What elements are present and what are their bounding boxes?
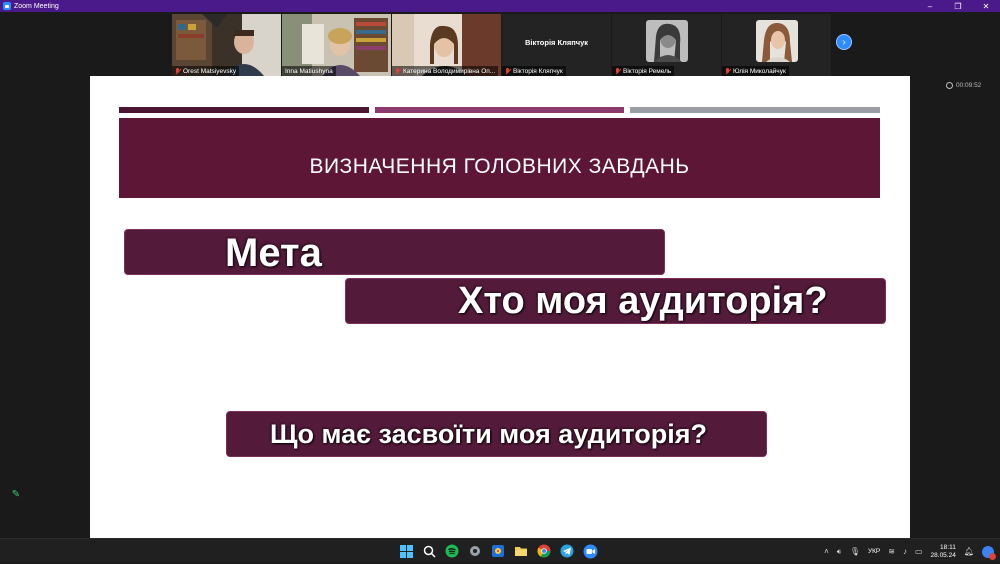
wifi-icon[interactable]: ≋: [888, 547, 895, 556]
zoom-app-icon: [3, 2, 11, 10]
pill-text: Що має засвоїти моя аудиторія?: [270, 418, 708, 449]
taskbar: ˄ 🔉︎ 🎙︎ УКР ≋ ♪ ▭ 18:11 28.05.24 🔔︎: [0, 538, 1000, 563]
participant-nameplate: Юлія Миколайчук: [722, 66, 789, 76]
participant-name: Orest Matsiyevsky: [183, 67, 237, 75]
participant-nameplate: Orest Matsiyevsky: [172, 66, 240, 76]
participant-strip: Orest Matsiyevsky Inna Matiushyna Катери…: [172, 14, 832, 76]
photos-icon[interactable]: [490, 543, 506, 559]
timer-value: 00:09:52: [956, 82, 982, 89]
participant-avatar: [646, 20, 688, 62]
search-icon[interactable]: [421, 543, 437, 559]
meeting-area: Orest Matsiyevsky Inna Matiushyna Катери…: [0, 12, 1000, 538]
telegram-icon[interactable]: [559, 543, 575, 559]
settings-icon[interactable]: [467, 543, 483, 559]
participant-nameplate: Вікторія Кляпчук: [502, 66, 566, 76]
notification-badge: [989, 552, 996, 560]
chevron-up-icon[interactable]: ˄: [824, 547, 829, 556]
chevron-right-icon[interactable]: ›: [836, 34, 852, 50]
mic-muted-icon: [505, 67, 511, 75]
taskbar-apps: [398, 543, 598, 559]
participant-name: Inna Matiushyna: [285, 67, 333, 75]
zoom-icon[interactable]: [582, 543, 598, 559]
window-titlebar: Zoom Meeting – ❐ ✕: [0, 0, 1000, 12]
participant-tile[interactable]: Вікторія Кляпчук Вікторія Кляпчук: [502, 14, 611, 76]
slide-pill-goal: Мета: [124, 229, 665, 275]
minimize-button[interactable]: –: [916, 0, 944, 12]
speaker-icon[interactable]: 🔉︎: [837, 547, 842, 557]
slide-deco-line: [375, 107, 624, 113]
system-clock[interactable]: 18:11 28.05.24: [931, 544, 956, 560]
participant-name: Юлія Миколайчук: [733, 67, 786, 75]
windows-start-icon[interactable]: [398, 543, 414, 559]
spotify-icon[interactable]: [444, 543, 460, 559]
file-explorer-icon[interactable]: [513, 543, 529, 559]
participant-tile[interactable]: Вікторія Ремель: [612, 14, 721, 76]
participant-nameplate: Вікторія Ремель: [612, 66, 675, 76]
slide-title-banner: ВИЗНАЧЕННЯ ГОЛОВНИХ ЗАВДАНЬ: [119, 118, 880, 198]
microphone-icon[interactable]: 🎙︎: [850, 547, 860, 556]
chrome-icon[interactable]: [536, 543, 552, 559]
copilot-icon[interactable]: [982, 545, 996, 560]
window-title: Zoom Meeting: [14, 2, 59, 10]
window-controls: – ❐ ✕: [916, 0, 1000, 12]
pill-text: Хто моя аудиторія?: [458, 279, 828, 322]
bell-icon[interactable]: 🔔︎: [964, 547, 974, 556]
slide-deco-line: [630, 107, 880, 113]
mic-muted-icon: [615, 67, 621, 75]
mic-muted-icon: [175, 67, 181, 75]
participant-name: Вікторія Кляпчук: [513, 67, 563, 75]
pencil-icon[interactable]: ✎: [8, 486, 24, 502]
close-button[interactable]: ✕: [972, 0, 1000, 12]
clock-time: 18:11: [940, 543, 956, 551]
slide-title: ВИЗНАЧЕННЯ ГОЛОВНИХ ЗАВДАНЬ: [309, 155, 690, 178]
clock-icon: [946, 82, 953, 89]
battery-icon[interactable]: ▭: [915, 547, 923, 556]
restore-button[interactable]: ❐: [944, 0, 972, 12]
language-indicator[interactable]: УКР: [868, 548, 880, 555]
participant-name: Катерина Володимирівна Оп...: [403, 67, 496, 75]
participant-nameplate: Катерина Володимирівна Оп...: [392, 66, 499, 76]
volume-icon[interactable]: ♪: [903, 547, 907, 556]
mic-muted-icon: [725, 67, 731, 75]
slide-pill-audience: Хто моя аудиторія?: [345, 278, 886, 324]
slide-deco-line: [119, 107, 369, 113]
participant-tile[interactable]: Inna Matiushyna: [282, 14, 391, 76]
clock-date: 28.05.24: [930, 551, 956, 559]
mic-muted-icon: [395, 67, 401, 75]
participant-tile[interactable]: Катерина Володимирівна Оп...: [392, 14, 501, 76]
participant-tile[interactable]: Юлія Миколайчук: [722, 14, 831, 76]
participant-avatar: [756, 20, 798, 62]
participant-tile[interactable]: Orest Matsiyevsky: [172, 14, 281, 76]
meeting-timer: 00:09:52: [946, 82, 981, 89]
shared-slide: ВИЗНАЧЕННЯ ГОЛОВНИХ ЗАВДАНЬ Мета Хто моя…: [90, 76, 910, 538]
participant-name: Вікторія Ремель: [623, 67, 672, 75]
participant-nameplate: Inna Matiushyna: [282, 66, 336, 76]
system-tray: ˄ 🔉︎ 🎙︎ УКР ≋ ♪ ▭ 18:11 28.05.24 🔔︎: [824, 539, 1000, 564]
pill-text: Мета: [225, 230, 322, 275]
slide-pill-learning: Що має засвоїти моя аудиторія?: [226, 411, 767, 457]
participant-display-name: Вікторія Кляпчук: [524, 38, 589, 47]
